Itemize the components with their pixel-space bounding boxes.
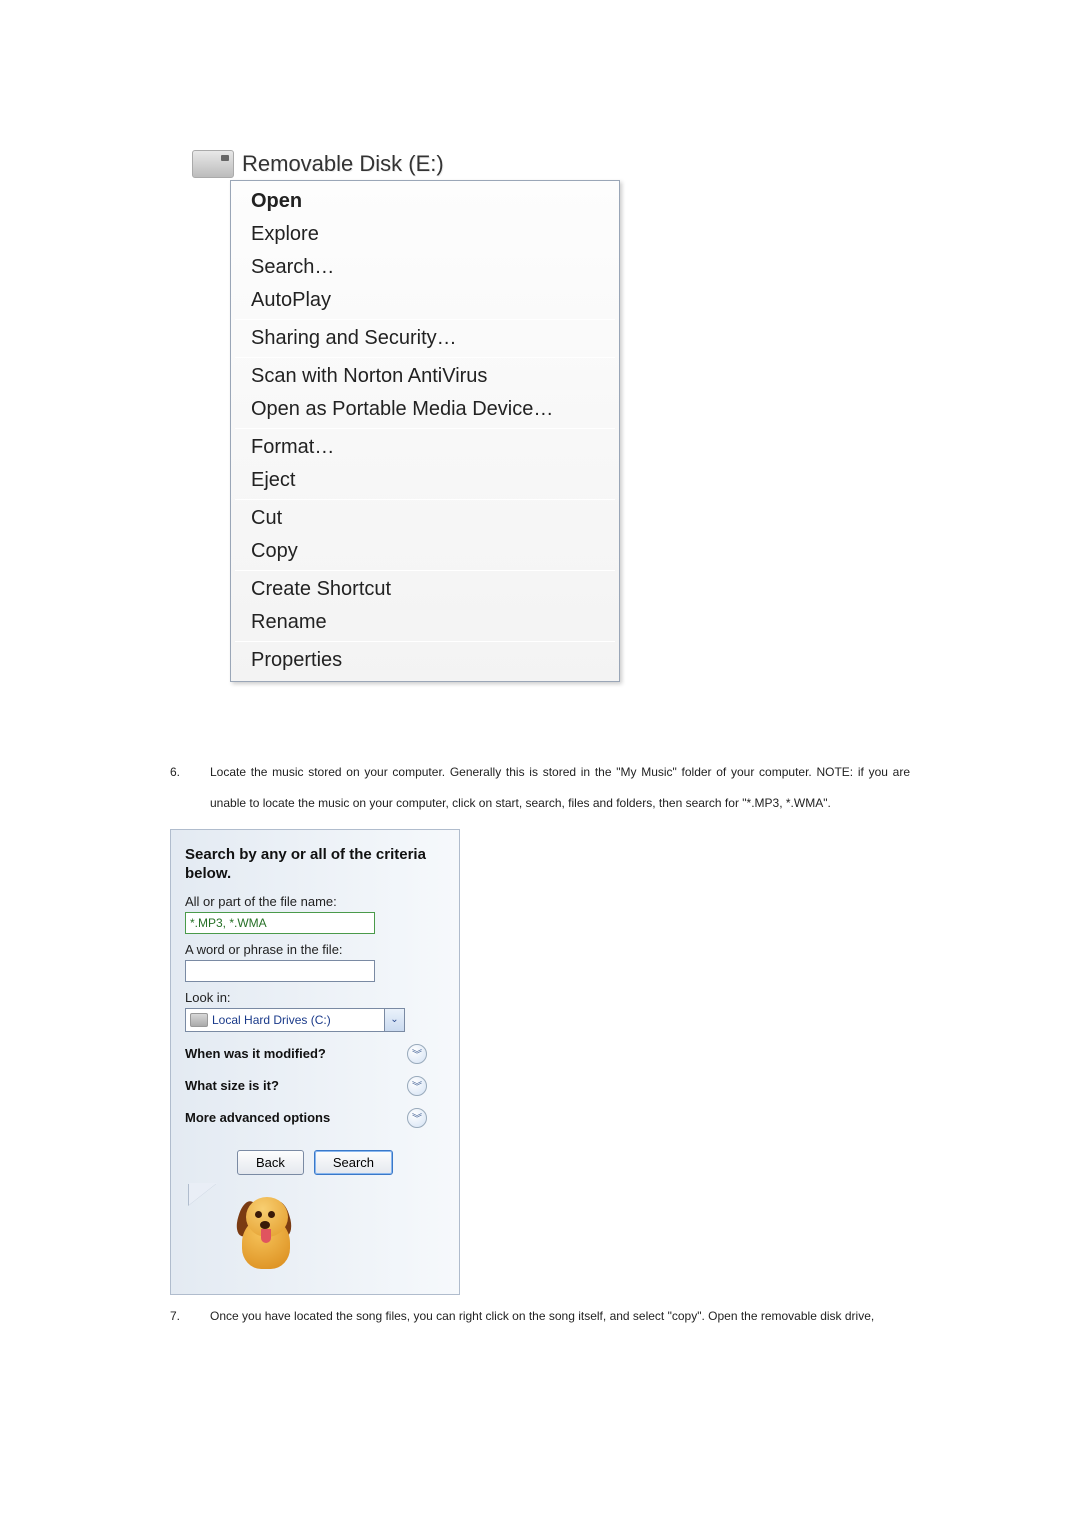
dropdown-button[interactable]: ⌄ — [384, 1009, 404, 1031]
filename-input[interactable] — [185, 912, 375, 934]
menu-separator — [235, 357, 615, 358]
search-dog-icon — [228, 1191, 298, 1276]
step-number: 7. — [170, 1301, 210, 1332]
menu-item-eject[interactable]: Eject — [231, 464, 619, 497]
speech-tail-icon — [189, 1183, 217, 1205]
search-panel-title: Search by any or all of the criteria bel… — [185, 846, 445, 884]
menu-item-sharing[interactable]: Sharing and Security… — [231, 322, 619, 355]
menu-item-properties[interactable]: Properties — [231, 644, 619, 677]
expand-button[interactable]: ︾ — [407, 1108, 427, 1128]
menu-item-cut[interactable]: Cut — [231, 502, 619, 535]
instruction-step-7: 7. Once you have located the song files,… — [170, 1301, 910, 1332]
back-button[interactable]: Back — [237, 1150, 304, 1175]
context-menu: Open Explore Search… AutoPlay Sharing an… — [230, 180, 620, 682]
search-button[interactable]: Search — [314, 1150, 393, 1175]
expand-button[interactable]: ︾ — [407, 1044, 427, 1064]
expander-modified[interactable]: When was it modified? — [185, 1046, 326, 1061]
double-chevron-down-icon: ︾ — [412, 1046, 422, 1061]
hard-drive-icon — [190, 1013, 208, 1027]
chevron-down-icon: ⌄ — [390, 1014, 398, 1025]
expander-size[interactable]: What size is it? — [185, 1078, 279, 1093]
step-number: 6. — [170, 757, 210, 819]
menu-item-search[interactable]: Search… — [231, 251, 619, 284]
double-chevron-down-icon: ︾ — [412, 1078, 422, 1093]
search-panel: Search by any or all of the criteria bel… — [170, 829, 460, 1295]
phrase-input[interactable] — [185, 960, 375, 982]
menu-item-rename[interactable]: Rename — [231, 606, 619, 639]
menu-separator — [235, 499, 615, 500]
phrase-label: A word or phrase in the file: — [185, 942, 445, 957]
step-text: Locate the music stored on your computer… — [210, 757, 910, 819]
context-menu-figure: Removable Disk (E:) Open Explore Search…… — [230, 150, 910, 682]
lookin-label: Look in: — [185, 990, 445, 1005]
expand-button[interactable]: ︾ — [407, 1076, 427, 1096]
menu-item-create-shortcut[interactable]: Create Shortcut — [231, 573, 619, 606]
menu-item-explore[interactable]: Explore — [231, 218, 619, 251]
menu-separator — [235, 428, 615, 429]
menu-separator — [235, 641, 615, 642]
menu-separator — [235, 570, 615, 571]
expander-advanced[interactable]: More advanced options — [185, 1110, 330, 1125]
filename-label: All or part of the file name: — [185, 894, 445, 909]
menu-item-format[interactable]: Format… — [231, 431, 619, 464]
step-text: Once you have located the song files, yo… — [210, 1301, 910, 1332]
drive-title: Removable Disk (E:) — [242, 151, 444, 177]
search-assistant-area — [183, 1189, 447, 1294]
lookin-select[interactable]: Local Hard Drives (C:) ⌄ — [185, 1008, 405, 1032]
double-chevron-down-icon: ︾ — [412, 1110, 422, 1125]
menu-item-copy[interactable]: Copy — [231, 535, 619, 568]
menu-separator — [235, 319, 615, 320]
instruction-step-6: 6. Locate the music stored on your compu… — [170, 757, 910, 819]
menu-item-open[interactable]: Open — [231, 185, 619, 218]
removable-disk-icon — [192, 150, 234, 178]
menu-item-portable-media[interactable]: Open as Portable Media Device… — [231, 393, 619, 426]
menu-item-norton[interactable]: Scan with Norton AntiVirus — [231, 360, 619, 393]
lookin-value: Local Hard Drives (C:) — [212, 1013, 384, 1027]
menu-item-autoplay[interactable]: AutoPlay — [231, 284, 619, 317]
